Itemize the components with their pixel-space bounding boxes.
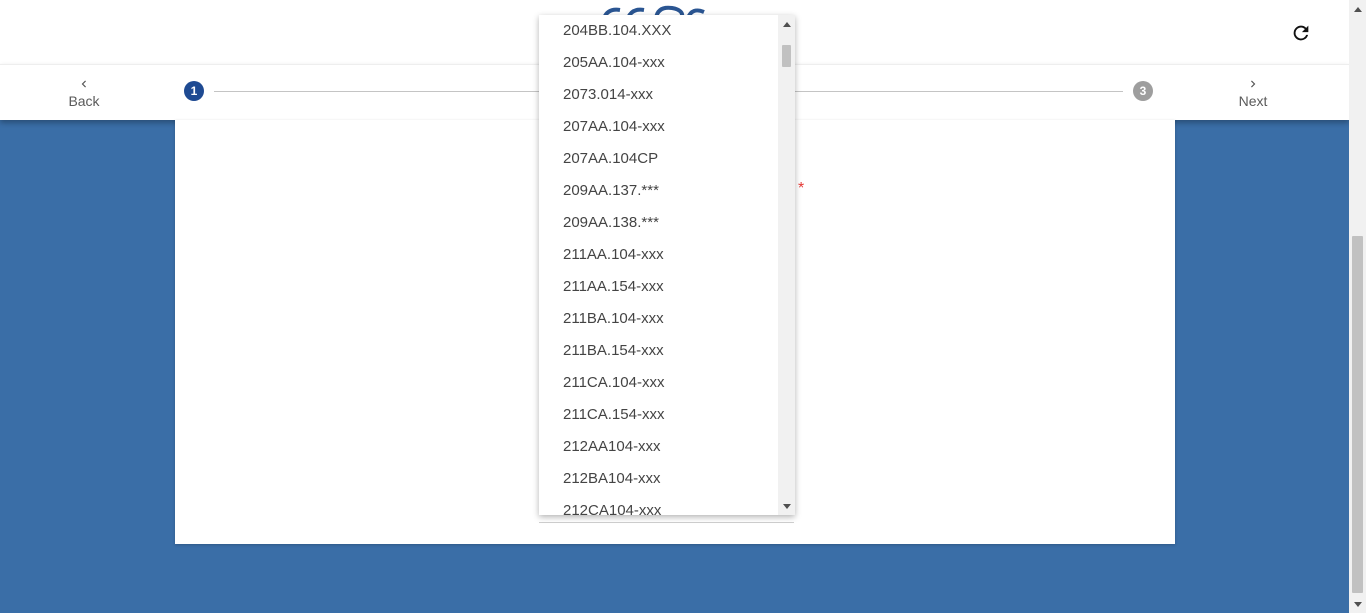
step-3-number: 3 <box>1139 84 1147 98</box>
required-marker: * <box>798 180 805 197</box>
refresh-icon[interactable] <box>1290 22 1312 44</box>
page-scroll-up-icon[interactable] <box>1349 0 1366 17</box>
select-underline <box>539 522 794 523</box>
dropdown-option[interactable]: 209AA.137.*** <box>539 175 778 207</box>
dropdown-option[interactable]: 204BB.104.XXX <box>539 15 778 47</box>
scroll-down-arrow-icon[interactable] <box>778 498 795 515</box>
dropdown-options: 204BB.104.XXX 205AA.104-xxx 2073.014-xxx 20… <box>539 15 778 515</box>
dropdown-option[interactable]: 207AA.104-xxx <box>539 111 778 143</box>
dropdown-option[interactable]: 211AA.104-xxx <box>539 239 778 271</box>
dropdown-scroll-thumb[interactable] <box>782 45 791 67</box>
dropdown-option[interactable]: 2073.014-xxx <box>539 79 778 111</box>
step-1-indicator: 1 <box>184 81 204 101</box>
page-scroll-down-icon[interactable] <box>1349 596 1366 613</box>
page-scrollbar[interactable] <box>1349 0 1366 613</box>
dropdown-option[interactable]: 211CA.104-xxx <box>539 367 778 399</box>
step-3-indicator: 3 <box>1133 81 1153 101</box>
dropdown-option[interactable]: 205AA.104-xxx <box>539 47 778 79</box>
dropdown-option[interactable]: 211BA.154-xxx <box>539 335 778 367</box>
dropdown-option[interactable]: 212AA104-xxx <box>539 431 778 463</box>
page-scroll-thumb[interactable] <box>1352 236 1363 593</box>
dropdown-panel: 204BB.104.XXX 205AA.104-xxx 2073.014-xxx 20… <box>539 15 795 515</box>
chevron-left-icon <box>81 80 86 88</box>
dropdown-option[interactable]: 212BA104-xxx <box>539 463 778 495</box>
dropdown-option[interactable]: 211CA.154-xxx <box>539 399 778 431</box>
dropdown-option[interactable]: 209AA.138.*** <box>539 207 778 239</box>
dropdown-option[interactable]: 211BA.104-xxx <box>539 303 778 335</box>
next-label: Next <box>1238 93 1268 109</box>
back-button[interactable]: Back <box>49 65 119 121</box>
dropdown-option[interactable]: 207AA.104CP <box>539 143 778 175</box>
scroll-up-arrow-icon[interactable] <box>778 15 795 32</box>
step-connector <box>214 91 539 92</box>
dropdown-option[interactable]: 212CA104-xxx <box>539 495 778 515</box>
chevron-right-icon <box>1251 80 1256 88</box>
step-connector <box>795 91 1123 92</box>
step-1-number: 1 <box>190 84 198 98</box>
next-button[interactable]: Next <box>1218 65 1288 121</box>
dropdown-scrollbar[interactable] <box>778 15 795 515</box>
back-label: Back <box>68 93 100 109</box>
dropdown-option[interactable]: 211AA.154-xxx <box>539 271 778 303</box>
